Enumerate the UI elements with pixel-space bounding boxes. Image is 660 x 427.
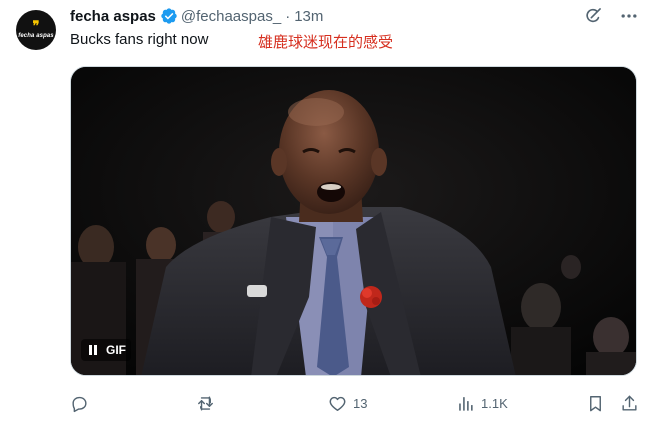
gif-media[interactable]: GIF	[70, 66, 637, 376]
verified-badge-icon	[160, 7, 178, 25]
views-count: 1.1K	[481, 395, 508, 411]
avatar-brand-text: fecha aspas	[18, 32, 54, 39]
gif-frame-image	[71, 67, 636, 375]
like-button[interactable]: 13	[328, 390, 367, 416]
share-button[interactable]	[620, 390, 639, 416]
author-handle[interactable]: @fechaaspas_	[181, 8, 281, 25]
grok-icon[interactable]	[582, 5, 604, 27]
like-count: 13	[353, 395, 368, 411]
share-icon	[620, 394, 639, 413]
heart-icon	[328, 394, 347, 413]
gif-controls: GIF	[81, 339, 131, 361]
repost-button[interactable]	[196, 390, 221, 416]
repost-icon	[196, 394, 215, 413]
bookmark-icon	[586, 394, 605, 413]
tweet-text: Bucks fans right now	[70, 31, 209, 48]
tweet-card[interactable]: ❞ fecha aspas fecha aspas @fechaaspas_ ·…	[0, 0, 660, 427]
header-actions	[582, 5, 640, 27]
more-options-icon[interactable]	[618, 5, 640, 27]
tweet-actions: 13 1.1K	[70, 390, 644, 416]
views-chart-icon	[456, 394, 475, 413]
tweet-header: fecha aspas @fechaaspas_ · 13m	[70, 5, 640, 27]
avatar-quote-glyph: ❞	[32, 18, 40, 34]
separator-dot: ·	[285, 7, 291, 25]
avatar[interactable]: ❞ fecha aspas	[16, 10, 56, 50]
timestamp[interactable]: 13m	[294, 8, 323, 25]
gif-label: GIF	[106, 343, 126, 357]
pause-icon[interactable]	[86, 343, 100, 357]
bookmark-button[interactable]	[586, 390, 605, 416]
reply-icon	[70, 394, 89, 413]
reply-button[interactable]	[70, 390, 95, 416]
author-name[interactable]: fecha aspas	[70, 8, 156, 25]
views-button[interactable]: 1.1K	[456, 390, 508, 416]
translation-overlay-text: 雄鹿球迷现在的感受	[258, 33, 394, 51]
